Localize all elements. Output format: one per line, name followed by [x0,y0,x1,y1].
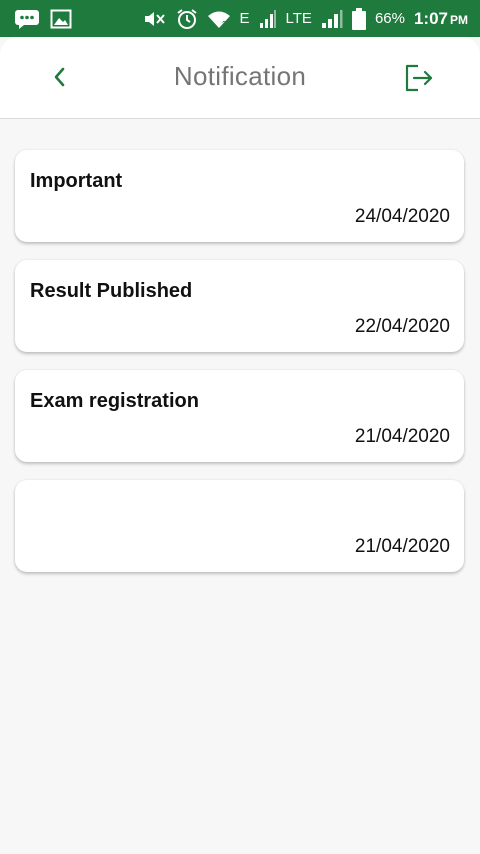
notification-card[interactable]: Result Published 22/04/2020 [15,260,464,352]
notification-date: 21/04/2020 [354,426,450,447]
logout-button[interactable] [400,59,438,97]
signal-icon [321,9,343,29]
clock-time: 1:07 [413,8,448,28]
clock-ampm: PM [450,12,468,27]
battery-percent: 66% [374,10,405,27]
app-bar: Notification [0,37,480,119]
notification-list: Important 24/04/2020 Result Published 22… [15,150,464,590]
network-lte-label: LTE [285,10,312,27]
notification-card[interactable]: Important 24/04/2020 [15,150,464,242]
alarm-icon [176,8,198,30]
battery-icon [351,7,366,30]
notification-date: 21/04/2020 [354,536,450,557]
notification-card[interactable]: Exam registration 21/04/2020 [15,370,464,462]
notification-title: Result Published [30,280,193,302]
notification-date: 24/04/2020 [354,206,450,227]
clock: 1:07 PM [414,9,468,29]
chat-icon [14,9,40,29]
status-bar: ? E LTE 66% 1:07 PM [0,0,480,37]
notification-date: 22/04/2020 [354,316,450,337]
logout-icon [403,62,435,94]
notification-card[interactable]: 21/04/2020 [15,480,464,572]
svg-text:?: ? [222,20,227,29]
signal-icon [259,9,277,29]
notification-title: Exam registration [30,390,199,412]
wifi-icon: ? [207,9,231,29]
mute-icon [143,9,167,29]
notification-title: Important [30,170,123,192]
image-icon [50,9,72,29]
network-e-label: E [239,10,250,27]
